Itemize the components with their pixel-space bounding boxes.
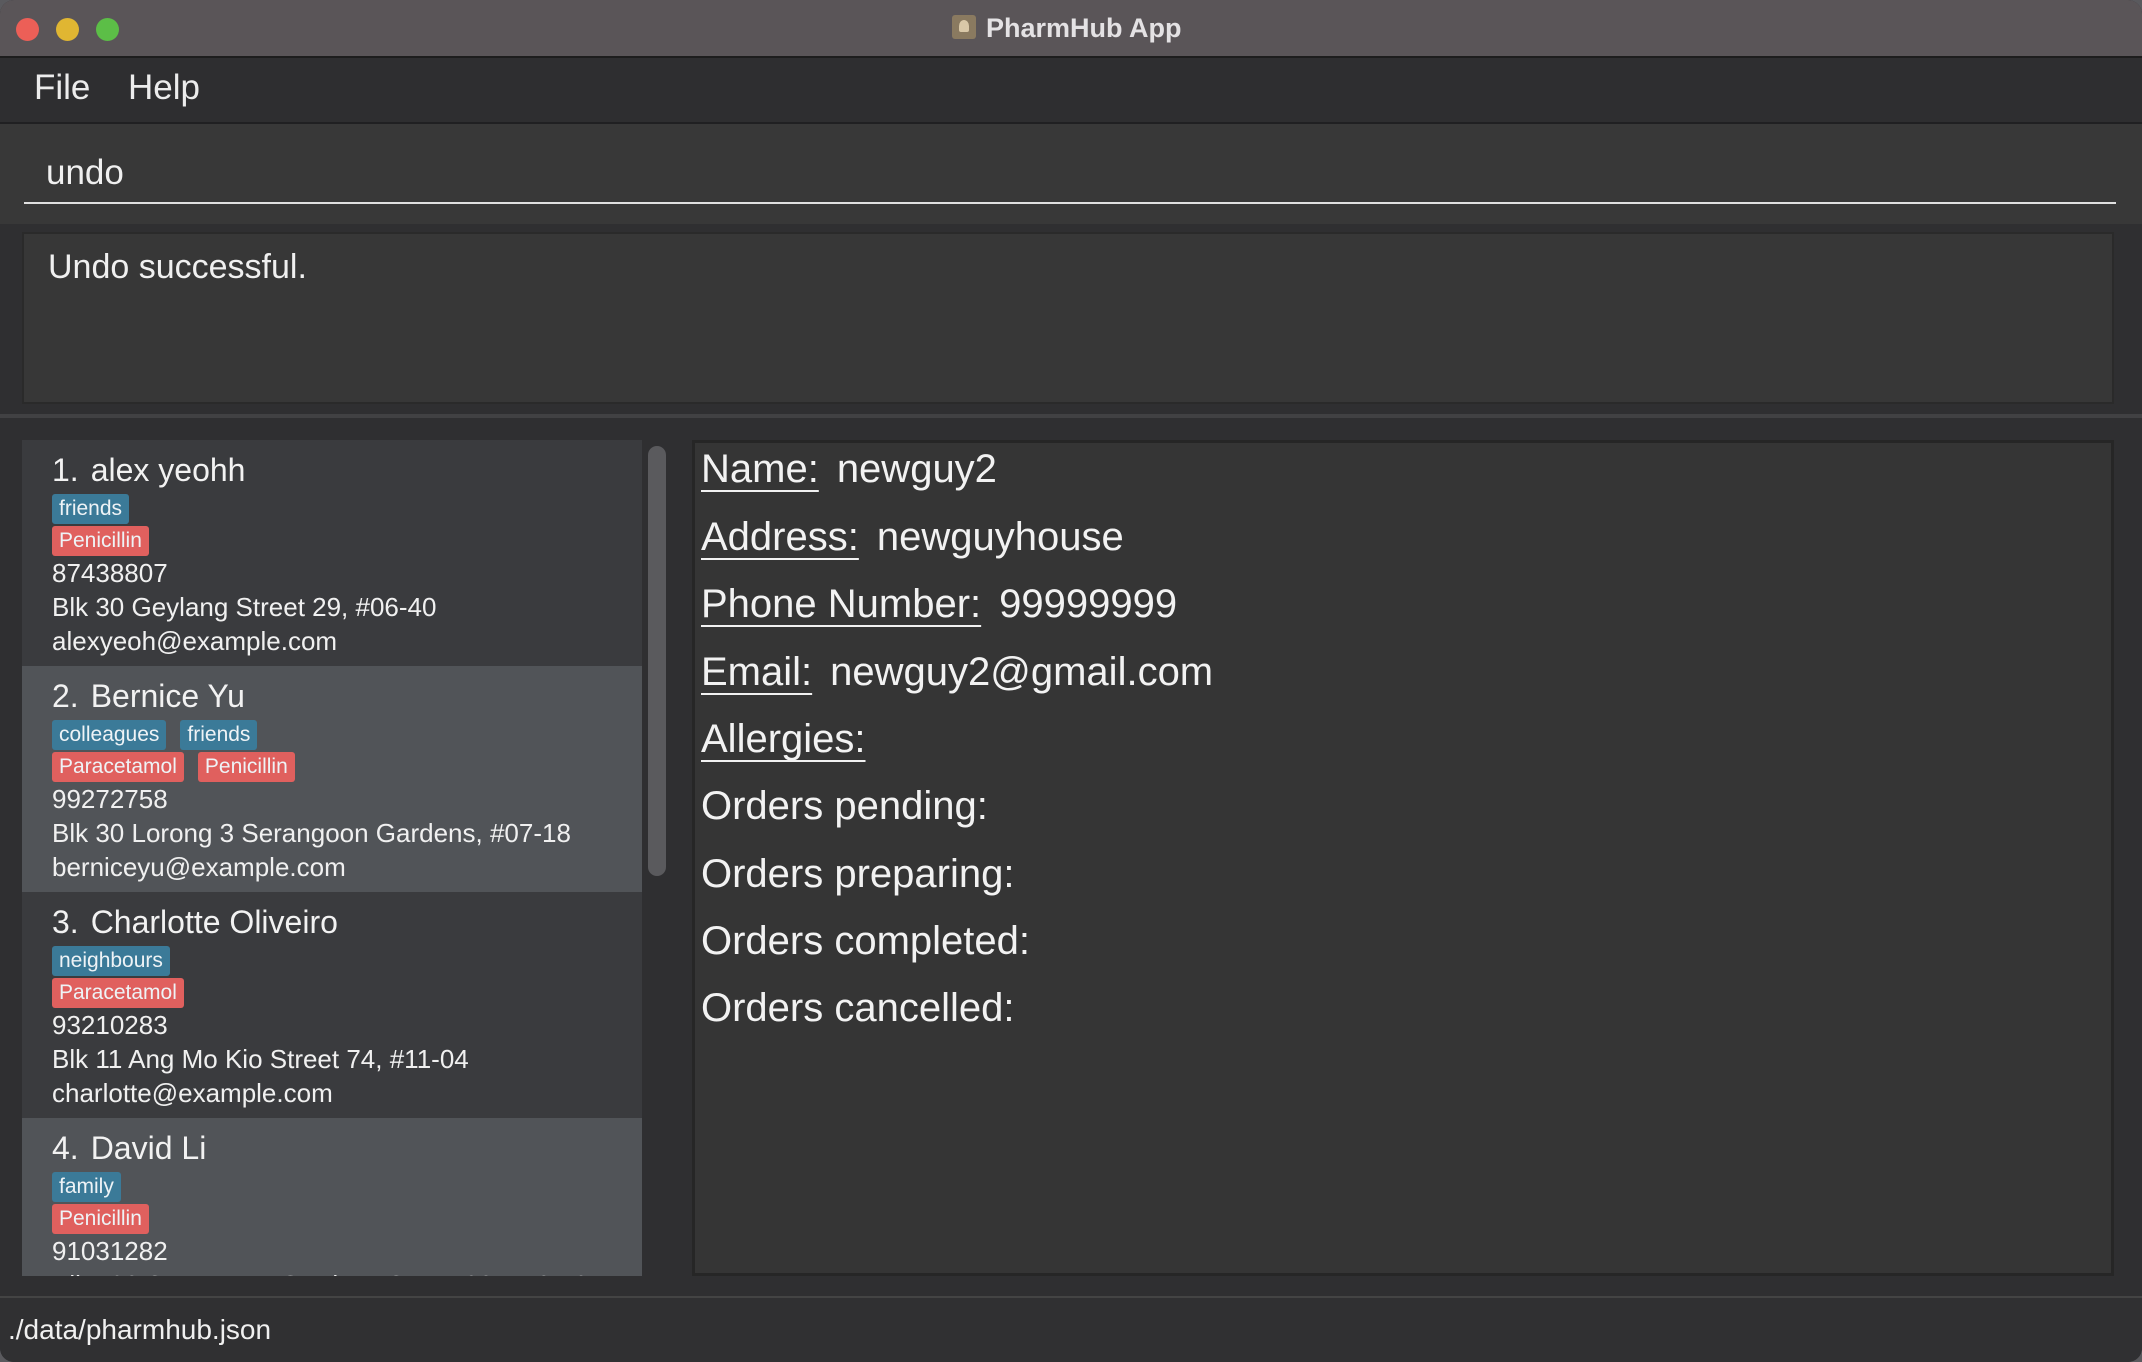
person-phone: 99272758 xyxy=(52,784,168,814)
detail-name-row: Name: newguy2 xyxy=(701,447,997,492)
person-list[interactable]: 1. alex yeohh friends Penicillin 87438807 Blk… xyxy=(22,440,642,1276)
person-name: 3. Charlotte Oliveiro xyxy=(52,904,338,941)
person-phone: 91031282 xyxy=(52,1236,168,1266)
person-card[interactable]: 3. Charlotte Oliveiro neighbours Paracetamo… xyxy=(22,892,642,1118)
detail-name-label: Name: xyxy=(701,447,819,491)
allergy-badge: Penicillin xyxy=(197,752,295,782)
person-name: 1. alex yeohh xyxy=(52,452,245,489)
detail-orders-cancelled: Orders cancelled: xyxy=(701,986,1015,1030)
result-display: Undo successful. xyxy=(22,232,2114,404)
app-icon xyxy=(952,15,976,39)
detail-email-row: Email: newguy2@gmail.com xyxy=(701,650,1213,695)
detail-email-value: newguy2@gmail.com xyxy=(830,650,1214,694)
tag-row: friends xyxy=(52,494,130,524)
tag-badge: colleagues xyxy=(52,720,167,750)
detail-phone-value: 99999999 xyxy=(999,582,1178,626)
person-index: 3. xyxy=(52,904,79,940)
app-window: PharmHub App File Help Undo successful. … xyxy=(0,0,2142,1362)
person-name: 2. Bernice Yu xyxy=(52,678,245,715)
detail-address-label: Address: xyxy=(701,515,859,559)
person-card[interactable]: 1. alex yeohh friends Penicillin 87438807 Blk… xyxy=(22,440,642,666)
tag-badge: friends xyxy=(180,720,258,750)
person-phone: 93210283 xyxy=(52,1010,168,1040)
person-email: charlotte@example.com xyxy=(52,1078,333,1108)
minimize-window-button[interactable] xyxy=(56,18,79,41)
person-card[interactable]: 2. Bernice Yu colleagues friends Paracetamol… xyxy=(22,666,642,892)
person-address: Blk 11 Ang Mo Kio Street 74, #11-04 xyxy=(52,1044,469,1074)
tag-badge: family xyxy=(52,1172,121,1202)
person-index: 1. xyxy=(52,452,79,488)
detail-phone-label: Phone Number: xyxy=(701,582,982,626)
detail-name-value: newguy2 xyxy=(836,447,997,491)
allergy-badge: Paracetamol xyxy=(52,978,184,1008)
person-address: Blk 30 Geylang Street 29, #06-40 xyxy=(52,592,437,622)
detail-phone-row: Phone Number: 99999999 xyxy=(701,582,1177,627)
detail-orders-completed: Orders completed: xyxy=(701,919,1031,963)
menu-file[interactable]: File xyxy=(34,68,90,108)
title-bar: PharmHub App xyxy=(0,0,2142,58)
menu-bar: File Help xyxy=(0,58,2142,124)
person-list-scrollbar[interactable] xyxy=(648,446,666,876)
person-address: Blk 436 Serangoon Gardens Street 26, #16… xyxy=(52,1270,588,1276)
person-detail-panel: Name: newguy2 Address: newguyhouse Phone N… xyxy=(692,440,2114,1276)
detail-orders-pending: Orders pending: xyxy=(701,784,988,828)
allergy-row: Paracetamol xyxy=(52,978,184,1008)
person-name-text: Bernice Yu xyxy=(90,678,245,714)
detail-email-label: Email: xyxy=(701,650,813,694)
allergy-badge: Penicillin xyxy=(52,526,149,556)
split-divider[interactable] xyxy=(0,414,2142,418)
allergy-row: Paracetamol Penicillin xyxy=(52,752,295,782)
allergy-badge: Paracetamol xyxy=(52,752,184,782)
person-name: 4. David Li xyxy=(52,1130,206,1167)
tag-badge: friends xyxy=(52,494,130,524)
tag-row: colleagues friends xyxy=(52,720,258,750)
person-phone: 87438807 xyxy=(52,558,168,588)
person-index: 4. xyxy=(52,1130,79,1166)
allergy-row: Penicillin xyxy=(52,1204,149,1234)
status-bar: ./data/pharmhub.json xyxy=(0,1296,2142,1362)
tag-row: family xyxy=(52,1172,121,1202)
menu-help[interactable]: Help xyxy=(128,68,200,108)
allergy-row: Penicillin xyxy=(52,526,149,556)
tag-badge: neighbours xyxy=(52,946,170,976)
command-input[interactable] xyxy=(24,144,2116,204)
detail-address-row: Address: newguyhouse xyxy=(701,515,1124,560)
person-email: alexyeoh@example.com xyxy=(52,626,338,656)
person-index: 2. xyxy=(52,678,79,714)
command-box xyxy=(0,124,2142,224)
tag-row: neighbours xyxy=(52,946,170,976)
maximize-window-button[interactable] xyxy=(96,18,119,41)
person-card[interactable]: 4. David Li familyPenicillin91031282 Blk 43… xyxy=(22,1118,642,1276)
data-file-path: ./data/pharmhub.json xyxy=(8,1314,272,1345)
person-address: Blk 30 Lorong 3 Serangoon Gardens, #07-1… xyxy=(52,818,571,848)
allergy-badge: Penicillin xyxy=(52,1204,149,1234)
detail-allergies-label: Allergies: xyxy=(701,717,866,761)
person-name-text: David Li xyxy=(90,1130,207,1166)
detail-allergies-row: Allergies: xyxy=(701,717,866,762)
person-name-text: Charlotte Oliveiro xyxy=(90,904,338,940)
person-name-text: alex yeohh xyxy=(90,452,246,488)
detail-address-value: newguyhouse xyxy=(876,515,1124,559)
result-message: Undo successful. xyxy=(48,248,307,286)
window-title: PharmHub App xyxy=(986,13,1182,43)
person-email: berniceyu@example.com xyxy=(52,852,346,882)
close-window-button[interactable] xyxy=(16,18,39,41)
detail-orders-preparing: Orders preparing: xyxy=(701,852,1015,896)
